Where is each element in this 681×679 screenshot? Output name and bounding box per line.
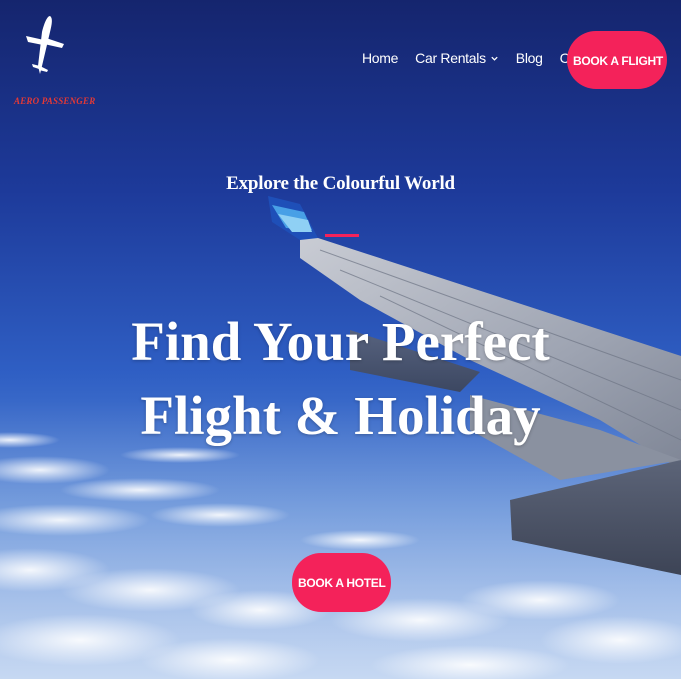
airplane-icon: [26, 16, 64, 74]
chevron-down-icon: [491, 56, 498, 61]
nav-blog-label: Blog: [515, 50, 543, 66]
nav-car-rentals-label: Car Rentals: [415, 50, 486, 66]
hero-title-line-2: Flight & Holiday: [140, 385, 541, 446]
hero-page: AERO PASSENGER Home Car Rentals Blog Con…: [0, 0, 681, 679]
nav-blog[interactable]: Blog: [516, 50, 543, 66]
hero-title-line-1: Find Your Perfect: [131, 311, 550, 372]
nav-car-rentals[interactable]: Car Rentals: [415, 50, 499, 66]
hero-divider: [325, 234, 359, 237]
nav-home[interactable]: Home: [362, 50, 398, 66]
book-hotel-button[interactable]: BOOK A HOTEL: [292, 553, 391, 612]
nav-home-label: Home: [362, 50, 399, 66]
hero-kicker: Explore the Colourful World: [226, 173, 455, 194]
brand-logo[interactable]: AERO PASSENGER: [14, 14, 95, 106]
book-flight-button[interactable]: BOOK A FLIGHT: [567, 31, 667, 89]
hero-title: Find Your Perfect Flight & Holiday: [0, 305, 681, 453]
logo-text: AERO PASSENGER: [14, 96, 96, 106]
